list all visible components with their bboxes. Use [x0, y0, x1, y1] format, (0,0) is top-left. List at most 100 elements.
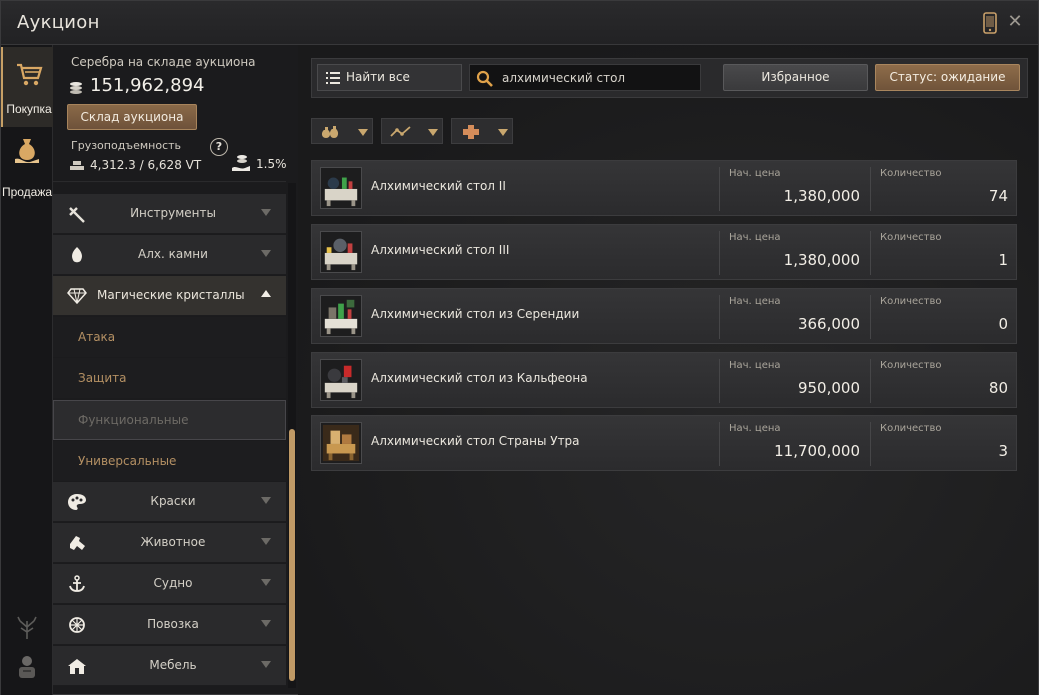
category-item-ship[interactable]: Судно [53, 564, 286, 604]
list-icon [326, 72, 340, 84]
silver-label: Серебра на складе аукциона [71, 55, 256, 69]
chevron-down-icon [261, 209, 271, 216]
money-bag-icon [15, 139, 39, 163]
chevron-down-icon [261, 497, 271, 504]
qty-value: 0 [998, 315, 1008, 333]
category-label: Краски [150, 494, 196, 508]
qty-value: 74 [988, 187, 1008, 205]
item-name: Алхимический стол III [371, 243, 510, 257]
subcategory-defense[interactable]: Защита [53, 358, 286, 398]
price-label: Нач. цена [729, 296, 781, 307]
item-name: Алхимический стол из Серендии [371, 307, 580, 321]
filter-dropdown-price[interactable] [311, 118, 373, 144]
category-item-furniture[interactable]: Мебель [53, 646, 286, 686]
silver-coin-icon [70, 82, 82, 94]
subcategory-functional[interactable]: Функциональные [53, 400, 286, 440]
tab-sell[interactable]: Продажа [1, 129, 53, 209]
qty-value: 1 [998, 251, 1008, 269]
category-label: Магические кристаллы [97, 288, 245, 302]
item-name: Алхимический стол из Кальфеона [371, 371, 588, 385]
coin-hand-icon [232, 155, 250, 171]
price-value: 1,380,000 [783, 187, 860, 205]
alchemy-stone-icon [72, 247, 82, 263]
qty-label: Количество [880, 423, 942, 434]
qty-label: Количество [880, 360, 942, 371]
price-label: Нач. цена [729, 232, 781, 243]
alchemy-table-icon [320, 422, 362, 464]
qty-value: 3 [998, 442, 1008, 460]
price-value: 366,000 [797, 315, 860, 333]
category-item-partial[interactable] [53, 181, 286, 183]
category-label: Алх. камни [138, 247, 208, 261]
category-item-animal[interactable]: Животное [53, 523, 286, 563]
category-item-alchemy-stones[interactable]: Алх. камни [53, 235, 286, 275]
alchemy-table-icon [320, 359, 362, 401]
search-input[interactable]: алхимический стол [469, 64, 701, 91]
price-value: 11,700,000 [774, 442, 860, 460]
title-bar: Аукцион ✕ [1, 1, 1038, 45]
trend-icon [390, 126, 411, 137]
price-label: Нач. цена [729, 360, 781, 371]
chevron-down-icon [261, 250, 271, 257]
palette-icon [68, 494, 86, 510]
filter-dropdown-trend[interactable] [381, 118, 443, 144]
wheel-icon [69, 617, 85, 633]
tree-icon[interactable] [13, 613, 41, 641]
tab-buy[interactable]: Покупка [1, 47, 53, 127]
character-icon[interactable] [15, 653, 39, 679]
help-icon[interactable]: ? [210, 138, 228, 156]
subcategory-attack[interactable]: Атака [53, 317, 286, 357]
category-item-tools[interactable]: Инструменты [53, 194, 286, 234]
chevron-down-icon [358, 129, 368, 136]
category-item-magic-crystals[interactable]: Магические кристаллы [53, 276, 286, 316]
price-label: Нач. цена [729, 168, 781, 179]
chevron-up-icon [261, 290, 271, 297]
qty-label: Количество [880, 168, 942, 179]
phone-icon[interactable] [981, 12, 999, 34]
category-label: Повозка [147, 617, 199, 631]
result-row[interactable]: Алхимический стол Страны Утра Нач. цена … [311, 415, 1017, 471]
money-bags-icon [321, 126, 339, 138]
chevron-down-icon [498, 129, 508, 136]
chevron-down-icon [428, 129, 438, 136]
chevron-down-icon [261, 579, 271, 586]
status-button[interactable]: Статус: ожидание [875, 64, 1020, 91]
result-row[interactable]: Алхимический стол II Нач. цена 1,380,000… [311, 160, 1017, 216]
auction-warehouse-button[interactable]: Склад аукциона [67, 104, 197, 130]
price-value: 1,380,000 [783, 251, 860, 269]
alchemy-table-icon [320, 295, 362, 337]
close-icon[interactable]: ✕ [1005, 11, 1025, 33]
favorites-button[interactable]: Избранное [723, 64, 868, 91]
item-name: Алхимический стол Страны Утра [371, 434, 580, 448]
left-rail: Покупка Продажа [1, 45, 53, 695]
category-label: Инструменты [130, 206, 216, 220]
category-label: Животное [140, 535, 206, 549]
tab-buy-label: Покупка [6, 102, 52, 116]
auction-window: Аукцион ✕ Покупка Продажа Серебра на скл… [0, 0, 1039, 695]
result-row[interactable]: Алхимический стол III Нач. цена 1,380,00… [311, 224, 1017, 280]
tab-sell-label: Продажа [1, 185, 53, 199]
search-value: алхимический стол [502, 71, 626, 85]
qty-label: Количество [880, 296, 942, 307]
find-all-label: Найти все [346, 70, 410, 84]
tools-icon [69, 207, 85, 223]
category-item-paints[interactable]: Краски [53, 482, 286, 522]
silver-value: 151,962,894 [90, 75, 205, 96]
window-title: Аукцион [17, 12, 100, 33]
category-list: Инструменты Алх. камни Магические криста… [53, 181, 286, 691]
price-label: Нач. цена [729, 423, 781, 434]
qty-label: Количество [880, 232, 942, 243]
alchemy-table-icon [320, 231, 362, 273]
category-label: Мебель [149, 658, 197, 672]
chevron-down-icon [261, 538, 271, 545]
chevron-down-icon [261, 620, 271, 627]
find-all-button[interactable]: Найти все [317, 64, 462, 91]
search-icon [476, 70, 493, 87]
result-row[interactable]: Алхимический стол из Серендии Нач. цена … [311, 288, 1017, 344]
subcategory-universal[interactable]: Универсальные [53, 441, 286, 481]
filter-dropdown-enhance[interactable] [451, 118, 513, 144]
result-row[interactable]: Алхимический стол из Кальфеона Нач. цена… [311, 352, 1017, 408]
category-item-wagon[interactable]: Повозка [53, 605, 286, 645]
category-scrollbar-thumb[interactable] [289, 429, 295, 681]
crystal-icon [67, 288, 87, 305]
